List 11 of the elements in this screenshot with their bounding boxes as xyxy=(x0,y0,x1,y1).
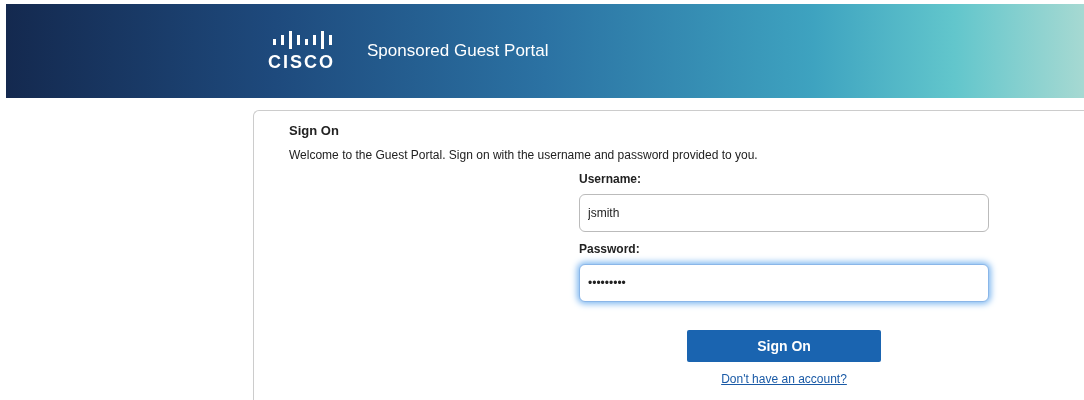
sign-on-button[interactable]: Sign On xyxy=(687,330,881,362)
account-link[interactable]: Don't have an account? xyxy=(721,372,847,386)
input-field[interactable]: ••••••••• xyxy=(579,264,989,302)
field-label: Password: xyxy=(579,242,641,256)
input-field[interactable]: jsmith xyxy=(579,194,989,232)
portal-title: Sponsored Guest Portal xyxy=(367,41,549,61)
field-label: Username: xyxy=(579,172,643,186)
logo-bars-icon xyxy=(271,31,332,49)
welcome-text: Welcome to the Guest Portal. Sign on with the username and password provided to you. xyxy=(289,148,759,162)
logo-text: CISCO xyxy=(268,53,335,71)
sign-on-heading: Sign On xyxy=(289,123,340,138)
